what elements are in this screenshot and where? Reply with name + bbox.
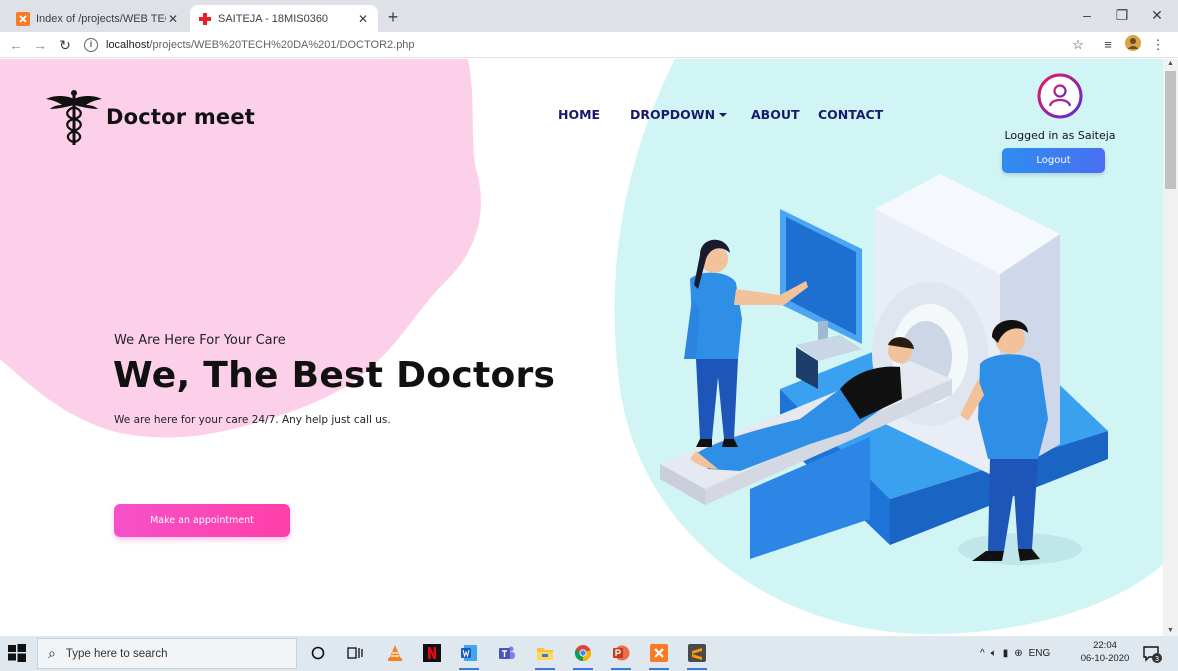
powerpoint-icon[interactable] [609, 641, 633, 670]
tab-saiteja[interactable]: SAITEJA - 18MIS0360 ✕ [190, 5, 378, 32]
bookmark-star-icon[interactable]: ☆ [1068, 35, 1088, 55]
xampp-favicon-icon [16, 11, 30, 26]
medical-scan-illustration [660, 174, 1108, 565]
site-logo[interactable]: Doctor meet [44, 87, 255, 147]
close-tab-icon[interactable]: ✕ [356, 12, 370, 26]
url-host: localhost [106, 39, 150, 51]
new-tab-button[interactable]: + [382, 6, 404, 28]
clock-time: 22:04 [1093, 640, 1117, 651]
task-view-icon[interactable] [343, 641, 367, 665]
address-bar[interactable]: i localhost/projects/WEB%20TECH%20DA%201… [84, 35, 1094, 55]
show-hidden-icons-icon[interactable]: ^ [980, 648, 985, 659]
forward-icon[interactable]: → [30, 35, 50, 55]
word-icon[interactable] [457, 641, 481, 670]
nav-home[interactable]: HOME [558, 107, 600, 122]
close-window-icon[interactable]: ✕ [1142, 4, 1172, 26]
brand-name: Doctor meet [106, 105, 256, 129]
xampp-icon[interactable] [647, 641, 671, 670]
teams-icon[interactable] [495, 641, 519, 665]
windows-start-icon[interactable] [8, 644, 26, 662]
taskbar-clock[interactable]: 22:04 06-10-2020 [1080, 639, 1130, 665]
profile-avatar-icon[interactable] [1123, 35, 1143, 55]
reading-list-icon[interactable]: ≡ [1098, 35, 1118, 55]
windows-taskbar: ⌕ Type here to search ^ 🔈︎ ▮ ⊕ ENG 22:04… [0, 636, 1178, 671]
url-path: /projects/WEB%20TECH%20DA%201/DOCTOR2.ph… [149, 39, 415, 51]
sublime-text-icon[interactable] [685, 641, 709, 670]
network-globe-icon[interactable]: ⊕ [1014, 648, 1022, 659]
close-tab-icon[interactable]: ✕ [166, 12, 180, 26]
hero-subtitle: We Are Here For Your Care [114, 333, 286, 348]
make-appointment-button[interactable]: Make an appointment [114, 504, 290, 537]
netflix-icon[interactable] [420, 641, 444, 665]
tab-strip: Index of /projects/WEB TECH DA ✕ SAITEJA… [0, 0, 1178, 32]
info-icon[interactable]: i [84, 38, 98, 52]
scroll-up-icon[interactable]: ▲ [1163, 59, 1178, 69]
tab-index[interactable]: Index of /projects/WEB TECH DA ✕ [8, 5, 188, 32]
scrollbar-thumb[interactable] [1165, 71, 1176, 189]
language-indicator[interactable]: ENG [1029, 648, 1051, 659]
battery-icon[interactable]: ▮ [1003, 648, 1009, 659]
scroll-down-icon[interactable]: ▼ [1163, 626, 1178, 636]
browser-window: Index of /projects/WEB TECH DA ✕ SAITEJA… [0, 0, 1178, 671]
notification-count: 3 [1155, 655, 1159, 663]
page-scrollbar[interactable]: ▲ ▼ [1163, 59, 1178, 636]
volume-icon[interactable]: 🔈︎ [991, 648, 997, 659]
search-placeholder: Type here to search [65, 647, 168, 660]
clock-date: 06-10-2020 [1080, 653, 1130, 664]
hero-title: We, The Best Doctors [113, 355, 556, 396]
reload-icon[interactable]: ↻ [55, 35, 75, 55]
caduceus-icon [46, 90, 102, 145]
action-center-icon[interactable]: 3 [1142, 644, 1162, 664]
back-icon[interactable]: ← [6, 35, 26, 55]
red-cross-favicon-icon [198, 12, 212, 26]
hero-description: We are here for your care 24/7. Any help… [114, 414, 391, 426]
cortana-icon[interactable] [306, 641, 330, 665]
file-explorer-icon[interactable] [533, 641, 557, 670]
minimize-icon[interactable]: – [1072, 4, 1102, 26]
restore-icon[interactable]: ❐ [1107, 4, 1137, 26]
taskbar-search[interactable]: ⌕ Type here to search [37, 638, 297, 669]
tab-title: Index of /projects/WEB TECH DA [36, 12, 166, 25]
page-viewport: Doctor meet HOME DROPDOWN ABOUT CONTACT … [0, 59, 1163, 636]
browser-toolbar: ← → ↻ i localhost/projects/WEB%20TECH%20… [0, 32, 1178, 58]
chrome-icon[interactable] [571, 641, 595, 670]
search-icon: ⌕ [48, 645, 56, 661]
tab-title: SAITEJA - 18MIS0360 [218, 12, 329, 25]
menu-kebab-icon[interactable]: ⋮ [1148, 35, 1168, 55]
vlc-icon[interactable] [383, 641, 407, 665]
system-tray: ^ 🔈︎ ▮ ⊕ ENG [980, 636, 1050, 671]
